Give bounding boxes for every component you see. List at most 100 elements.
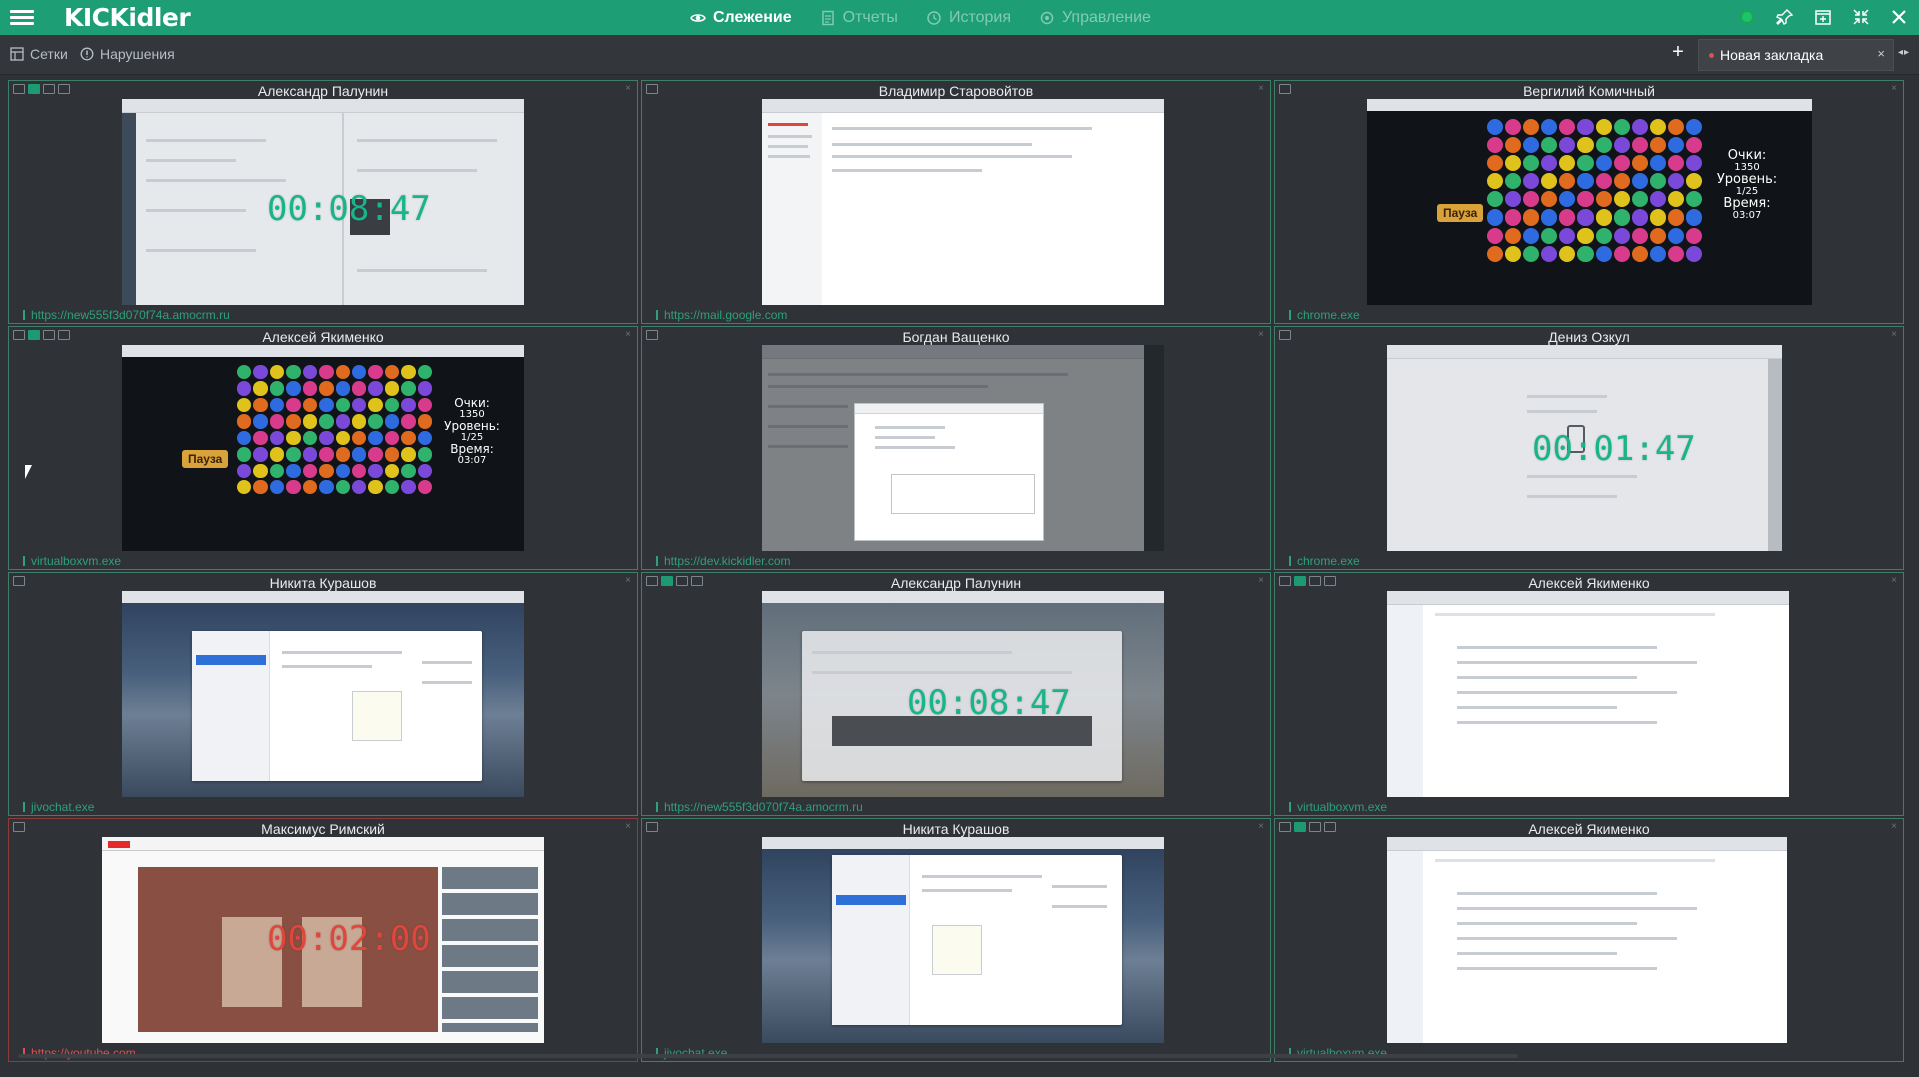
gem — [1649, 119, 1666, 136]
tile-close-icon[interactable]: × — [1891, 83, 1897, 94]
monitor-tile[interactable]: Максимус Римский × 00:02:00 https://yout… — [8, 818, 638, 1062]
gem — [237, 447, 252, 462]
gem — [1541, 119, 1558, 136]
gem — [286, 414, 301, 429]
gem — [319, 365, 334, 380]
pin-icon[interactable] — [1773, 5, 1797, 29]
gem — [417, 397, 433, 413]
gem — [1595, 155, 1612, 172]
gem — [1559, 119, 1576, 136]
monitor-tile[interactable]: Александр Палунин × 00:08:47 https://new… — [8, 80, 638, 324]
gem — [1505, 191, 1522, 208]
gem — [401, 397, 416, 413]
monitor-tile[interactable]: Алексей Якименко × Пауза Очки: 1350 Урове… — [8, 326, 638, 570]
gem — [237, 463, 252, 478]
gem — [335, 365, 350, 380]
gem — [269, 479, 285, 495]
gem — [1577, 245, 1594, 262]
gem — [1631, 227, 1648, 244]
gem — [319, 463, 334, 478]
gem — [1649, 137, 1666, 154]
menu-icon[interactable] — [10, 7, 34, 27]
gem — [335, 430, 350, 446]
gem — [1686, 137, 1703, 154]
gem — [335, 447, 350, 462]
monitor-tile[interactable]: Вергилий Комичный × Пауза Очки: 1350 Уров… — [1274, 80, 1904, 324]
active-app: virtualboxvm.exe — [1289, 799, 1387, 815]
gem — [237, 414, 252, 429]
pause-badge[interactable]: Пауза — [1437, 204, 1484, 222]
tile-close-icon[interactable]: × — [1891, 821, 1897, 832]
pause-badge[interactable]: Пауза — [182, 450, 229, 468]
tile-close-icon[interactable]: × — [625, 821, 631, 832]
monitor-tile[interactable]: Дениз Озкул × 00:01:47 chrome.exe — [1274, 326, 1904, 570]
gem — [1487, 209, 1504, 226]
tile-close-icon[interactable]: × — [1258, 83, 1264, 94]
monitor-tile[interactable]: Богдан Ващенко × https://dev.kickidler.c… — [641, 326, 1271, 570]
nav-tracking[interactable]: Слежение — [690, 9, 792, 27]
gem — [302, 414, 318, 429]
nav-history[interactable]: История — [926, 9, 1011, 27]
screen-preview — [1387, 591, 1789, 797]
gem — [1577, 209, 1594, 226]
monitor-tile[interactable]: Владимир Старовойтов × https://mail.goog… — [641, 80, 1271, 324]
gem — [1541, 245, 1558, 262]
collapse-icon[interactable] — [1849, 5, 1873, 29]
nav-tracking-label: Слежение — [713, 8, 792, 26]
game-stats: Очки: 1350 Уровень: 1/25 Время: 03:07 — [1716, 148, 1778, 221]
top-bar: KICKidler Слежение Отчеты История Управл… — [0, 0, 1919, 35]
gem — [1487, 191, 1504, 208]
new-window-icon[interactable] — [1811, 5, 1835, 29]
active-app: virtualboxvm.exe — [1289, 1045, 1387, 1061]
add-tab-button[interactable]: + — [1668, 41, 1688, 64]
tile-close-icon[interactable]: × — [625, 575, 631, 586]
gem — [269, 463, 285, 478]
tile-close-icon[interactable]: × — [1891, 329, 1897, 340]
close-icon[interactable] — [1887, 5, 1911, 29]
tab-close-icon[interactable]: × — [1877, 46, 1885, 61]
gem — [1577, 191, 1594, 208]
gem — [384, 479, 400, 495]
tile-close-icon[interactable]: × — [1258, 821, 1264, 832]
game-screen: Пауза Очки: 1350 Уровень: 1/25 Время: 03:07 — [1367, 99, 1812, 305]
active-app: jivochat.exe — [656, 1045, 727, 1061]
tile-close-icon[interactable]: × — [1891, 575, 1897, 586]
gem — [237, 381, 252, 396]
tile-close-icon[interactable]: × — [625, 83, 631, 94]
employee-name: Александр Палунин — [890, 575, 1022, 591]
horizontal-scrollbar[interactable] — [18, 1054, 1518, 1058]
gem — [1649, 155, 1666, 172]
gem — [1487, 155, 1504, 172]
active-app: virtualboxvm.exe — [23, 553, 121, 569]
nav-reports[interactable]: Отчеты — [820, 9, 898, 27]
gem — [1631, 119, 1648, 136]
gem — [319, 397, 334, 413]
violations-button[interactable]: Нарушения — [80, 46, 175, 62]
gem — [1649, 209, 1666, 226]
history-icon — [927, 10, 941, 25]
tile-close-icon[interactable]: × — [625, 329, 631, 340]
gem — [302, 397, 318, 413]
monitor-tile[interactable]: Александр Палунин × 00:08:47 https://new… — [641, 572, 1271, 816]
gem — [335, 397, 350, 413]
gem — [302, 447, 318, 462]
gem — [253, 447, 268, 462]
screen-preview: 00:08:47 — [762, 591, 1164, 797]
gem — [1686, 119, 1703, 136]
monitor-tile[interactable]: Никита Курашов × jivochat.exe — [8, 572, 638, 816]
gem — [1686, 155, 1703, 172]
monitor-tile[interactable]: Алексей Якименко × virtualboxvm.exe — [1274, 572, 1904, 816]
monitor-tile[interactable]: Алексей Якименко × virtualboxvm.exe — [1274, 818, 1904, 1062]
gem — [1577, 173, 1594, 190]
tile-close-icon[interactable]: × — [1258, 575, 1264, 586]
active-app: https://youtube.com — [23, 1045, 136, 1061]
active-app: https://dev.kickidler.com — [656, 553, 791, 569]
gem — [253, 463, 268, 478]
grids-button[interactable]: Сетки — [10, 46, 68, 62]
monitor-tile[interactable]: Никита Курашов × jivochat.exe — [641, 818, 1271, 1062]
nav-manage[interactable]: Управление — [1039, 9, 1151, 27]
tile-close-icon[interactable]: × — [1258, 329, 1264, 340]
tab-scroll-arrows[interactable]: ◂▸ — [1898, 47, 1910, 58]
gem — [1505, 209, 1522, 226]
tab-new-bookmark[interactable]: Новая закладка × — [1698, 39, 1894, 71]
